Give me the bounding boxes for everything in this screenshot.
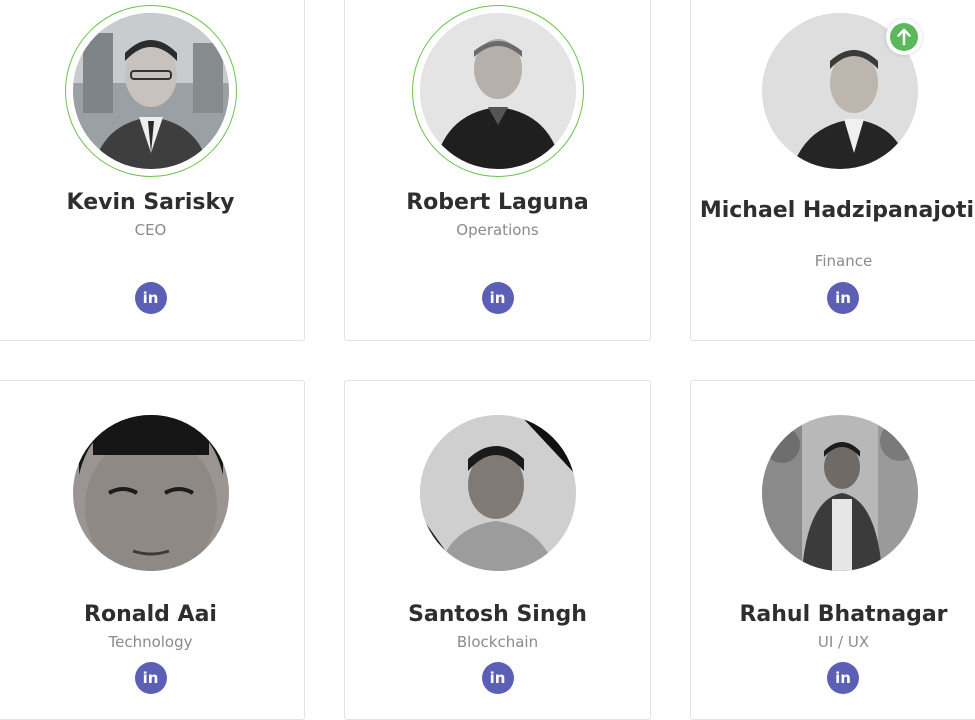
portrait-photo-icon [419,415,576,571]
avatar-frame [72,415,229,571]
linkedin-icon: in [835,669,851,687]
scroll-to-top-button[interactable] [886,19,922,55]
team-card-ronald-aai: Ronald Aai Technology in [0,380,305,720]
avatar [72,415,229,571]
avatar-ring [64,5,237,177]
member-role: Blockchain [456,633,539,651]
linkedin-button[interactable]: in [481,282,514,314]
avatar-ring [411,5,584,177]
linkedin-icon: in [142,289,159,307]
portrait-photo-icon [762,415,918,571]
member-name: Robert Laguna [406,190,589,215]
linkedin-icon: in [489,669,506,687]
member-name: Kevin Sarisky [66,190,235,215]
linkedin-button[interactable]: in [134,662,167,694]
linkedin-icon: in [489,289,506,307]
member-role: Operations [456,221,539,239]
team-card-santosh-singh: Santosh Singh Blockchain in [344,380,651,720]
team-card-kevin-sarisky: Kevin Sarisky CEO in [0,0,305,341]
avatar-frame [419,415,576,571]
member-role: Finance [814,252,873,270]
avatar [419,415,576,571]
linkedin-button[interactable]: in [481,662,514,694]
portrait-photo-icon [419,13,576,169]
member-name: Santosh Singh [408,602,587,627]
linkedin-icon: in [835,289,851,307]
member-name: Ronald Aai [84,602,217,627]
linkedin-icon: in [142,669,159,687]
linkedin-button[interactable]: in [827,662,859,694]
avatar-frame [762,415,918,571]
team-card-michael-hadzipanajotis: Michael Hadzipanajotis Finance in [690,0,975,341]
portrait-photo-icon [72,415,229,571]
member-role: UI / UX [817,633,870,651]
avatar [419,13,576,169]
team-card-rahul-bhatnagar: Rahul Bhatnagar UI / UX in [690,380,975,720]
arrow-up-icon [897,28,911,46]
member-name: Michael Hadzipanajotis [699,198,975,223]
member-role: CEO [134,221,167,239]
avatar [762,415,918,571]
linkedin-button[interactable]: in [827,282,859,314]
portrait-photo-icon [72,13,229,169]
team-card-robert-laguna: Robert Laguna Operations in [344,0,651,341]
avatar [72,13,229,169]
linkedin-button[interactable]: in [134,282,167,314]
member-name: Rahul Bhatnagar [739,602,948,627]
member-role: Technology [108,633,193,651]
